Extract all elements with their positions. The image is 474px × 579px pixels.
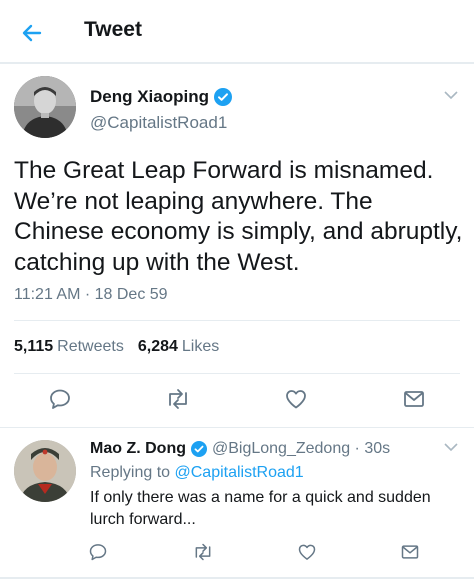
retweet-icon[interactable] <box>189 538 217 566</box>
retweets-count: 5,115 <box>14 338 54 355</box>
reply-author-name[interactable]: Mao Z. Dong <box>90 440 186 458</box>
likes-label: Likes <box>181 338 220 355</box>
retweet-icon[interactable] <box>164 385 192 413</box>
tweet-stats: 5,115 Retweets 6,284 Likes <box>14 338 233 356</box>
reply-text: If only there was a name for a quick and… <box>90 489 431 528</box>
reply-author-avatar[interactable] <box>14 440 76 502</box>
likes-stat[interactable]: 6,284 Likes <box>138 338 219 356</box>
chevron-down-icon[interactable] <box>442 86 460 104</box>
divider <box>14 320 460 321</box>
replying-to: Replying to @CapitalistRoad1 <box>90 464 304 482</box>
author-handle[interactable]: @CapitalistRoad1 <box>90 113 227 133</box>
replying-prefix: Replying to <box>90 464 171 481</box>
likes-count: 6,284 <box>137 338 178 355</box>
chevron-down-icon[interactable] <box>442 438 460 456</box>
author-avatar[interactable] <box>14 76 76 138</box>
verified-badge-icon <box>190 441 207 457</box>
heart-icon[interactable] <box>293 538 321 566</box>
comment-icon[interactable] <box>46 385 74 413</box>
comment-icon[interactable] <box>84 538 112 566</box>
page-title: Tweet <box>84 18 142 41</box>
tweet-timestamp[interactable]: 11:21 AM · 18 Dec 59 <box>14 286 168 304</box>
retweets-stat[interactable]: 5,115 Retweets <box>14 338 124 356</box>
verified-badge-icon <box>214 88 232 106</box>
back-arrow-icon[interactable] <box>18 19 46 47</box>
top-bar: Tweet <box>0 0 474 64</box>
author-name[interactable]: Deng Xiaoping <box>90 87 209 107</box>
reply-header: Mao Z. Dong @BigLong_Zedong · 30s <box>90 440 390 458</box>
mail-icon[interactable] <box>400 385 428 413</box>
author-name-row: Deng Xiaoping <box>90 87 232 107</box>
tweet-text: The Great Leap Forward is misnamed. We’r… <box>14 157 463 276</box>
reply-author-handle[interactable]: @BigLong_Zedong · 30s <box>212 440 390 458</box>
replying-handle-link[interactable]: @CapitalistRoad1 <box>175 464 304 481</box>
retweets-label: Retweets <box>57 338 124 355</box>
heart-icon[interactable] <box>282 385 310 413</box>
divider <box>0 427 474 428</box>
mail-icon[interactable] <box>396 538 424 566</box>
divider <box>14 373 460 374</box>
